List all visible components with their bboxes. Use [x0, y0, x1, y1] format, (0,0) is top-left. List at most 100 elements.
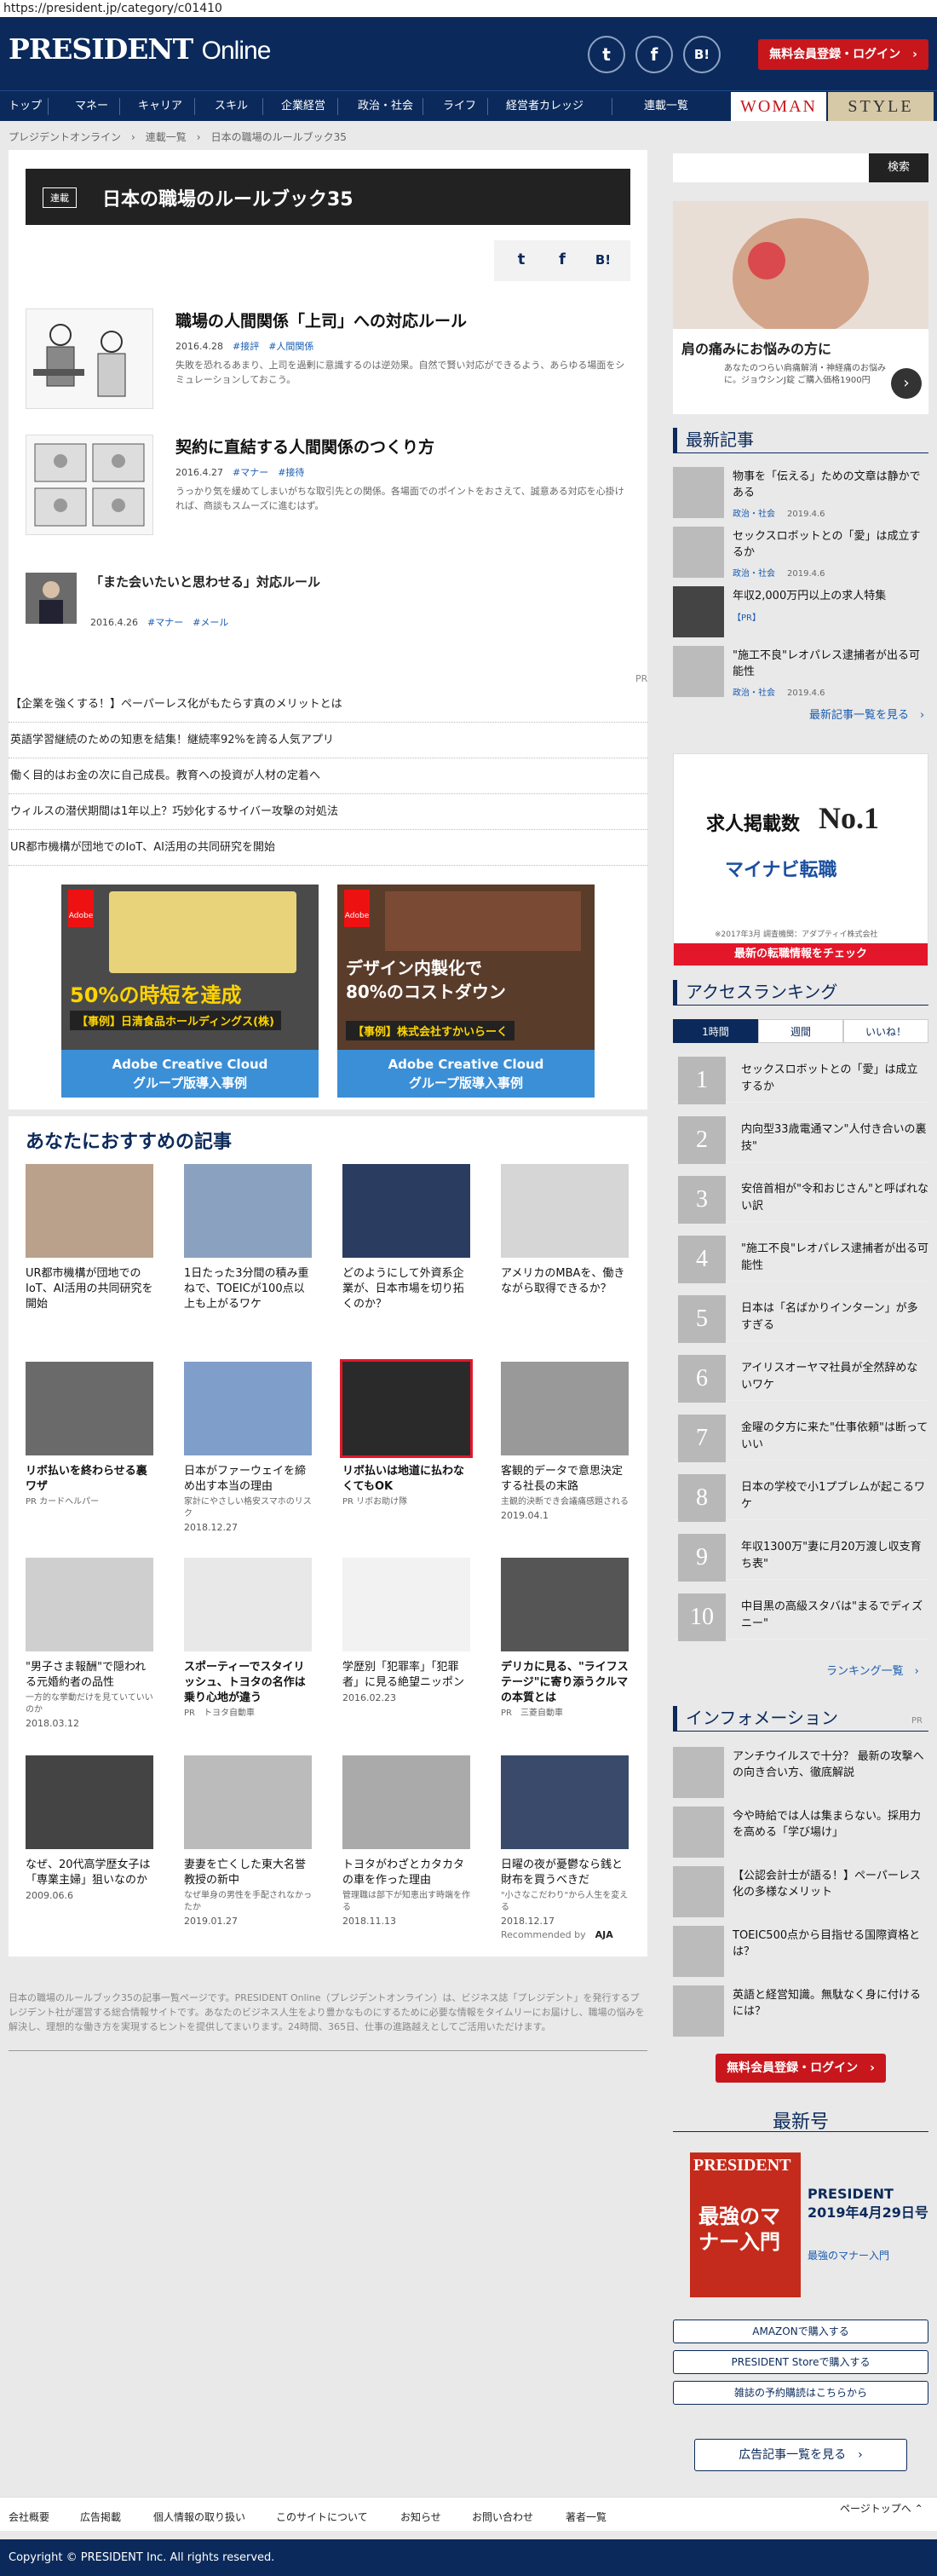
tag-link[interactable]: #マナー [233, 467, 268, 478]
issue-name[interactable]: PRESIDENT 2019年4月29日号 [808, 2185, 928, 2222]
recommend-title[interactable]: 妻妻を亡くした東大名誉教授の新中 [184, 1858, 312, 1888]
info-item[interactable]: 今や時給では人は集まらない。採用力を高める「学び場け」 [673, 1807, 928, 1858]
recommend-title[interactable]: リボ払いを終わらせる裏ワザ [26, 1464, 153, 1495]
latest-thumb[interactable] [673, 467, 724, 518]
ranking-title[interactable]: 内向型33歳電通マン"人付き合いの裏技" [741, 1121, 928, 1155]
footer-link[interactable]: 広告掲載 [80, 2510, 121, 2524]
ranking-number[interactable]: 6 [678, 1355, 726, 1403]
latest-title[interactable]: "施工不良"レオパレス逮捕者が出る可能性 [733, 648, 928, 680]
nav-management[interactable]: 企業経営 [281, 91, 325, 122]
recommend-thumbnail[interactable] [184, 1362, 312, 1455]
footer-link[interactable]: 会社概要 [9, 2510, 49, 2524]
recommend-title[interactable]: スポーティーでスタイリッシュ、トヨタの名作は乗り心地が違う [184, 1660, 312, 1706]
recommend-title[interactable]: "男子さま報酬"で隠われる元婚約者の品性 [26, 1660, 153, 1691]
latest-item[interactable]: セックスロボットとの「愛」は成立するか 政治・社会 2019.4.6 [673, 527, 928, 579]
login-button[interactable]: 無料会員登録・ログイン › [758, 39, 928, 70]
recommend-title[interactable]: 日本がファーウェイを締め出す本当の理由 [184, 1464, 312, 1495]
tab-hourly[interactable]: 1時間 [673, 1019, 758, 1043]
info-item[interactable]: 【公認会計士が語る！】ペーパーレス化の多様なメリット [673, 1866, 928, 1917]
woman-link[interactable]: WOMAN [731, 92, 826, 121]
recommend-thumbnail[interactable] [501, 1755, 629, 1849]
latest-more-link[interactable]: 最新記事一覧を見る › [809, 706, 924, 722]
info-item[interactable]: アンチウイルスで十分？ 最新の攻撃への向き合い方、徹底解説 [673, 1747, 928, 1798]
pr-link[interactable]: ウィルスの潜伏期間は1年以上？巧妙化するサイバー攻撃の対処法 [9, 794, 647, 830]
ranking-number[interactable]: 4 [678, 1236, 726, 1283]
ad-list-button[interactable]: 広告記事一覧を見る › [694, 2439, 907, 2471]
recommend-thumbnail[interactable] [26, 1164, 153, 1258]
subscribe-button[interactable]: 雑誌の予約購読はこちらから [673, 2381, 928, 2405]
latest-item[interactable]: "施工不良"レオパレス逮捕者が出る可能性 政治・社会 2019.4.6 [673, 646, 928, 698]
recommend-thumbnail[interactable] [342, 1558, 470, 1651]
ranking-number[interactable]: 9 [678, 1534, 726, 1582]
recommend-card[interactable]: デリカに見る、"ライフステージ"に寄り添うクルマの本質とは PR 三菱自動車 [501, 1558, 629, 1720]
ad-banner[interactable]: 肩の痛みにお悩みの方に あなたのつらい肩痛解消・神経痛のお悩みに。ジョウシンJ錠… [673, 201, 928, 414]
nav-college[interactable]: 経営者カレッジ [506, 91, 583, 122]
footer-link[interactable]: お問い合わせ [472, 2510, 533, 2524]
ranking-title[interactable]: セックスロボットとの「愛」は成立するか [741, 1062, 928, 1096]
ad-banner[interactable]: Adobe 50%の時短を達成 【事例】日清食品ホールディングス(株) Adob… [61, 885, 319, 1098]
hatena-share-icon[interactable]: B! [586, 252, 620, 268]
buy-amazon-button[interactable]: AMAZONで購入する [673, 2320, 928, 2343]
recommend-thumbnail[interactable] [26, 1362, 153, 1455]
info-title[interactable]: 【公認会計士が語る！】ペーパーレス化の多様なメリット [733, 1868, 928, 1900]
recommend-card[interactable]: どのようにして外資系企業が、日本市場を切り拓くのか？ [342, 1164, 470, 1312]
hatena-icon[interactable]: B! [683, 36, 721, 73]
nav-life[interactable]: ライフ [443, 91, 476, 122]
recommend-thumbnail[interactable] [184, 1755, 312, 1849]
ranking-item[interactable]: 2 内向型33歳電通マン"人付き合いの裏技" [673, 1109, 928, 1164]
recommend-card[interactable]: 日曜の夜が憂鬱なら銭と財布を買うべきだ "小さなこだわり"から人生を変える 2018… [501, 1755, 629, 1927]
recommend-title[interactable]: UR都市機構が団地でのIoT、AI活用の共同研究を開始 [26, 1266, 153, 1312]
recommend-title[interactable]: 1日たった3分間の積み重ねで、TOEICが100点以上も上がるワケ [184, 1266, 312, 1312]
search-button[interactable]: 検索 [869, 153, 928, 182]
footer-link[interactable]: お知らせ [400, 2510, 441, 2524]
pr-link[interactable]: 英語学習継続のための知恵を結集！継続率92%を誇る人気アプリ [9, 723, 647, 758]
tag-link[interactable]: #メール [193, 617, 228, 628]
recommend-card[interactable]: トヨタがわざとカタカタの車を作った理由 管理職は部下が知恵出す時端を作る 2018.… [342, 1755, 470, 1927]
recommend-thumbnail[interactable] [340, 1359, 473, 1458]
latest-item[interactable]: 物事を「伝える」ための文章は静かである 政治・社会 2019.4.6 [673, 467, 928, 519]
recommend-card[interactable]: 客観的データで意思決定する社長の末路 主観的決断でき会議痛感題される 2019.04… [501, 1362, 629, 1521]
ranking-title[interactable]: 中目黒の高級スタバは"まるでディズニー" [741, 1599, 928, 1633]
latest-title[interactable]: 年収2,000万円以上の求人特集 [733, 588, 928, 604]
ranking-title[interactable]: "施工不良"レオパレス逮捕者が出る可能性 [741, 1241, 928, 1275]
tag-link[interactable]: #接待 [278, 467, 304, 478]
recommend-title[interactable]: アメリカのMBAを、働きながら取得できるか？ [501, 1266, 629, 1297]
facebook-icon[interactable]: f [635, 36, 673, 73]
url-bar[interactable]: https://president.jp/category/c01410 [0, 0, 937, 17]
pr-link[interactable]: 働く目的はお金の次に自己成長。教育への投資が人材の定着へ [9, 758, 647, 794]
ranking-title[interactable]: 日本の学校で小1プブレムが起こるワケ [741, 1479, 928, 1513]
recommend-thumbnail[interactable] [26, 1755, 153, 1849]
search-input[interactable] [673, 153, 869, 182]
magazine-cover[interactable]: PRESIDENT 最強のマナー入門 [690, 2152, 801, 2297]
twitter-icon[interactable]: t [588, 36, 625, 73]
info-thumb[interactable] [673, 1747, 724, 1798]
job-ad-cta[interactable]: 最新の転職情報をチェック [674, 943, 928, 965]
login-button-side[interactable]: 無料会員登録・ログイン › [716, 2054, 886, 2083]
article-title[interactable]: 「また会いたいと思わせる」対応ルール [90, 573, 320, 591]
recommend-card[interactable]: 1日たった3分間の積み重ねで、TOEICが100点以上も上がるワケ [184, 1164, 312, 1312]
recommend-thumbnail[interactable] [501, 1558, 629, 1651]
ranking-number[interactable]: 8 [678, 1474, 726, 1522]
ranking-title[interactable]: 年収1300万"妻に月20万渡し収支育ち表" [741, 1539, 928, 1573]
article-item[interactable]: 「また会いたいと思わせる」対応ルール 2016.4.26 #マナー #メール [26, 573, 630, 628]
pr-link[interactable]: UR都市機構が団地でのIoT、AI活用の共同研究を開始 [9, 830, 647, 866]
recommend-title[interactable]: デリカに見る、"ライフステージ"に寄り添うクルマの本質とは [501, 1660, 629, 1706]
info-thumb[interactable] [673, 1926, 724, 1977]
recommend-card[interactable]: 学歴別「犯罪率」「犯罪者」に見る絶望ニッポン 2016.02.23 [342, 1558, 470, 1703]
tag-link[interactable]: #人間関係 [268, 341, 313, 352]
article-thumbnail[interactable] [26, 435, 153, 535]
recommend-card[interactable]: "男子さま報酬"で隠われる元婚約者の品性 一方的な挙動だけを見ていていいのか 201… [26, 1558, 153, 1729]
recommend-title[interactable]: トヨタがわざとカタカタの車を作った理由 [342, 1858, 470, 1888]
recommend-thumbnail[interactable] [342, 1164, 470, 1258]
ranking-number[interactable]: 2 [678, 1116, 726, 1164]
recommend-thumbnail[interactable] [501, 1362, 629, 1455]
article-item[interactable]: 契約に直結する人間関係のつくり方 2016.4.27 #マナー #接待 うっかり… [26, 435, 630, 537]
recommend-title[interactable]: 客観的データで意思決定する社長の末路 [501, 1464, 629, 1495]
article-title[interactable]: 契約に直結する人間関係のつくり方 [175, 435, 434, 458]
recommend-thumbnail[interactable] [184, 1164, 312, 1258]
recommend-title[interactable]: リボ払いは地道に払わなくてもOK [342, 1464, 470, 1495]
article-item[interactable]: 職場の人間関係「上司」への対応ルール 2016.4.28 #接評 #人間関係 失… [26, 308, 630, 411]
ranking-title[interactable]: 金曜の夕方に来た"仕事依頼"は断っていい [741, 1420, 928, 1454]
nav-top[interactable]: トップ [9, 91, 42, 122]
latest-thumb[interactable] [673, 646, 724, 697]
